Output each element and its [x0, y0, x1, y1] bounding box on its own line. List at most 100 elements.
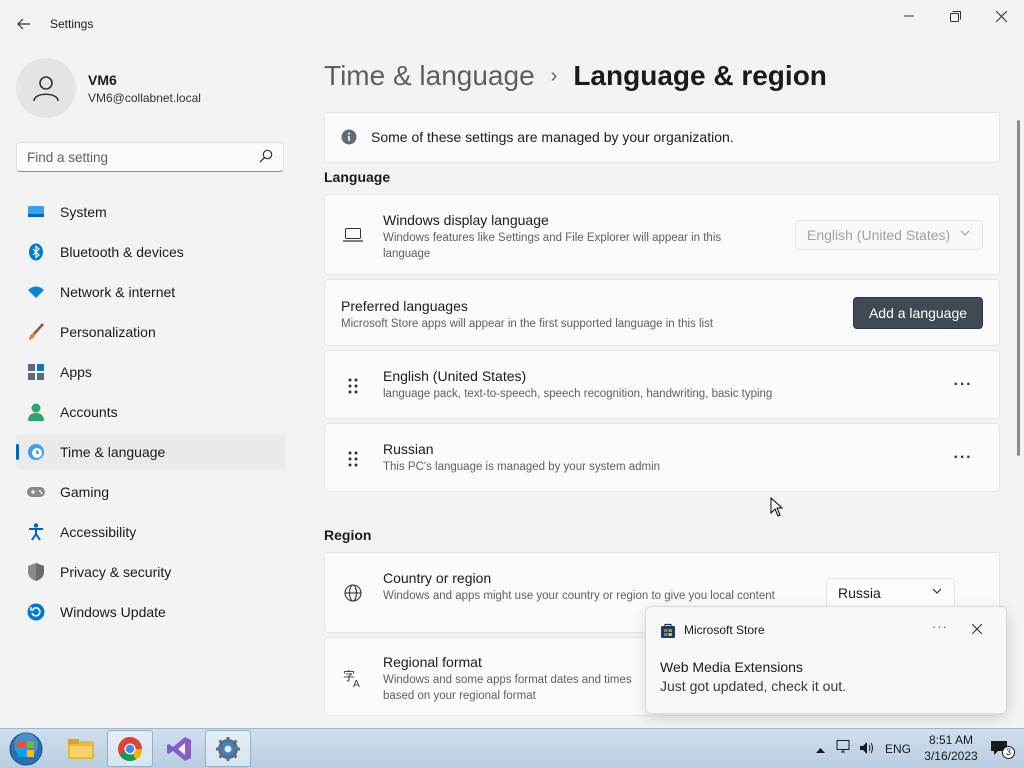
taskbar: ENG 8:51 AM 3/16/2023 3 — [0, 728, 1024, 768]
sidebar-item-time-language[interactable]: Time & language — [16, 434, 286, 470]
info-banner-text: Some of these settings are managed by yo… — [371, 129, 734, 145]
person-avatar-icon — [33, 76, 59, 102]
display-language-title: Windows display language — [383, 212, 549, 228]
bluetooth-icon — [26, 242, 46, 262]
svg-text:A: A — [353, 679, 360, 688]
avatar — [16, 58, 76, 118]
taskbar-chrome[interactable] — [107, 730, 153, 767]
user-profile[interactable]: VM6 VM6@collabnet.local — [16, 58, 286, 118]
drag-handle-icon[interactable] — [347, 377, 359, 395]
visual-studio-icon — [167, 736, 191, 761]
info-icon — [341, 129, 357, 150]
action-center-button[interactable]: 3 — [990, 739, 1016, 761]
clock[interactable]: 8:51 AM 3/16/2023 — [920, 732, 982, 764]
display-language-card: Windows display language Windows feature… — [324, 194, 1000, 275]
more-options-button[interactable]: ··· — [948, 370, 978, 400]
settings-gear-icon — [216, 736, 240, 761]
display-language-value: English (United States) — [807, 227, 951, 243]
language-item-russian[interactable]: Russian This PC's language is managed by… — [324, 423, 1000, 492]
taskbar-file-explorer[interactable] — [58, 730, 104, 767]
start-button[interactable] — [6, 731, 46, 767]
network-icon[interactable] — [835, 740, 851, 758]
display-language-description: Windows features like Settings and File … — [383, 232, 722, 260]
sidebar-item-privacy[interactable]: Privacy & security — [16, 554, 286, 590]
preferred-languages-title: Preferred languages — [341, 298, 468, 314]
title-bar: Settings — [0, 0, 1024, 48]
search-icon[interactable] — [259, 149, 273, 168]
sidebar-item-label: Time & language — [60, 444, 166, 460]
page-title: Language & region — [573, 60, 827, 91]
breadcrumb-parent[interactable]: Time & language — [324, 60, 535, 92]
user-email: VM6@collabnet.local — [88, 91, 201, 105]
file-explorer-icon — [68, 738, 94, 759]
language-details: This PC's language is managed by your sy… — [383, 461, 661, 473]
back-button[interactable] — [8, 8, 40, 40]
sidebar-item-network[interactable]: Network & internet — [16, 274, 286, 310]
scrollbar[interactable] — [1017, 120, 1020, 456]
minimize-button[interactable] — [886, 0, 932, 32]
sidebar-item-label: Accessibility — [60, 524, 137, 540]
sidebar-item-label: Windows Update — [60, 604, 166, 620]
sidebar-item-personalization[interactable]: Personalization — [16, 314, 286, 350]
sidebar-item-label: Privacy & security — [60, 564, 172, 580]
preferred-languages-description: Microsoft Store apps will appear in the … — [341, 318, 714, 330]
clock-globe-icon — [26, 442, 46, 462]
language-name: Russian — [383, 441, 434, 457]
search-input[interactable] — [17, 143, 247, 171]
paintbrush-icon — [26, 322, 46, 342]
toast-close-button[interactable] — [971, 621, 983, 639]
taskbar-settings[interactable] — [205, 730, 251, 767]
sidebar-item-label: Network & internet — [60, 284, 176, 300]
sidebar-item-windows-update[interactable]: Windows Update — [16, 594, 286, 630]
chrome-icon — [118, 736, 142, 761]
sidebar-item-gaming[interactable]: Gaming — [16, 474, 286, 510]
toast-title: Web Media Extensions — [660, 659, 803, 675]
notification-count-badge: 3 — [1002, 746, 1015, 759]
restore-button[interactable] — [932, 0, 978, 32]
input-language-indicator[interactable]: ENG — [885, 742, 911, 756]
language-name: English (United States) — [383, 368, 527, 384]
sidebar-item-apps[interactable]: Apps — [16, 354, 286, 390]
restore-icon — [949, 10, 961, 22]
update-icon — [26, 602, 46, 622]
drag-handle-icon[interactable] — [347, 450, 359, 468]
breadcrumb: Time & language › Language & region — [324, 58, 827, 94]
chevron-down-icon — [932, 588, 942, 594]
sidebar-item-accounts[interactable]: Accounts — [16, 394, 286, 430]
show-hidden-icons-icon[interactable] — [816, 742, 825, 756]
toast-app-name: Microsoft Store — [684, 623, 765, 637]
system-tray: ENG — [816, 729, 911, 768]
language-item-english[interactable]: English (United States) language pack, t… — [324, 350, 1000, 419]
close-button[interactable] — [978, 0, 1024, 32]
toast-more-button[interactable]: ··· — [932, 619, 948, 634]
app-title: Settings — [50, 17, 94, 31]
add-language-button[interactable]: Add a language — [853, 297, 983, 329]
more-options-button[interactable]: ··· — [948, 443, 978, 473]
minimize-icon — [904, 15, 914, 17]
taskbar-visual-studio[interactable] — [156, 730, 202, 767]
mouse-cursor-icon — [770, 497, 784, 517]
sidebar-item-accessibility[interactable]: Accessibility — [16, 514, 286, 550]
display-language-dropdown[interactable]: English (United States) — [795, 220, 983, 250]
toast-body: Just got updated, check it out. — [660, 678, 847, 694]
laptop-icon — [343, 228, 363, 247]
close-icon — [995, 10, 1007, 22]
sidebar-item-label: System — [60, 204, 107, 220]
toast-notification[interactable]: Microsoft Store ··· Web Media Extensions… — [645, 606, 1007, 714]
regional-format-description: Windows and some apps format dates and t… — [383, 674, 632, 702]
country-region-dropdown[interactable]: Russia — [826, 578, 955, 608]
sidebar-item-bluetooth[interactable]: Bluetooth & devices — [16, 234, 286, 270]
regional-format-icon: 字A — [343, 668, 365, 693]
language-details: language pack, text-to-speech, speech re… — [383, 388, 773, 400]
user-name: VM6 — [88, 72, 117, 88]
shield-icon — [26, 562, 46, 582]
sidebar-item-system[interactable]: System — [16, 194, 286, 230]
chevron-down-icon — [960, 230, 970, 236]
region-section-heading: Region — [324, 527, 372, 543]
sidebar-item-label: Gaming — [60, 484, 110, 500]
system-monitor-icon — [26, 202, 46, 222]
volume-icon[interactable] — [859, 741, 875, 758]
sidebar-item-label: Accounts — [60, 404, 118, 420]
clock-date: 3/16/2023 — [924, 749, 978, 763]
accessibility-icon — [26, 522, 46, 542]
